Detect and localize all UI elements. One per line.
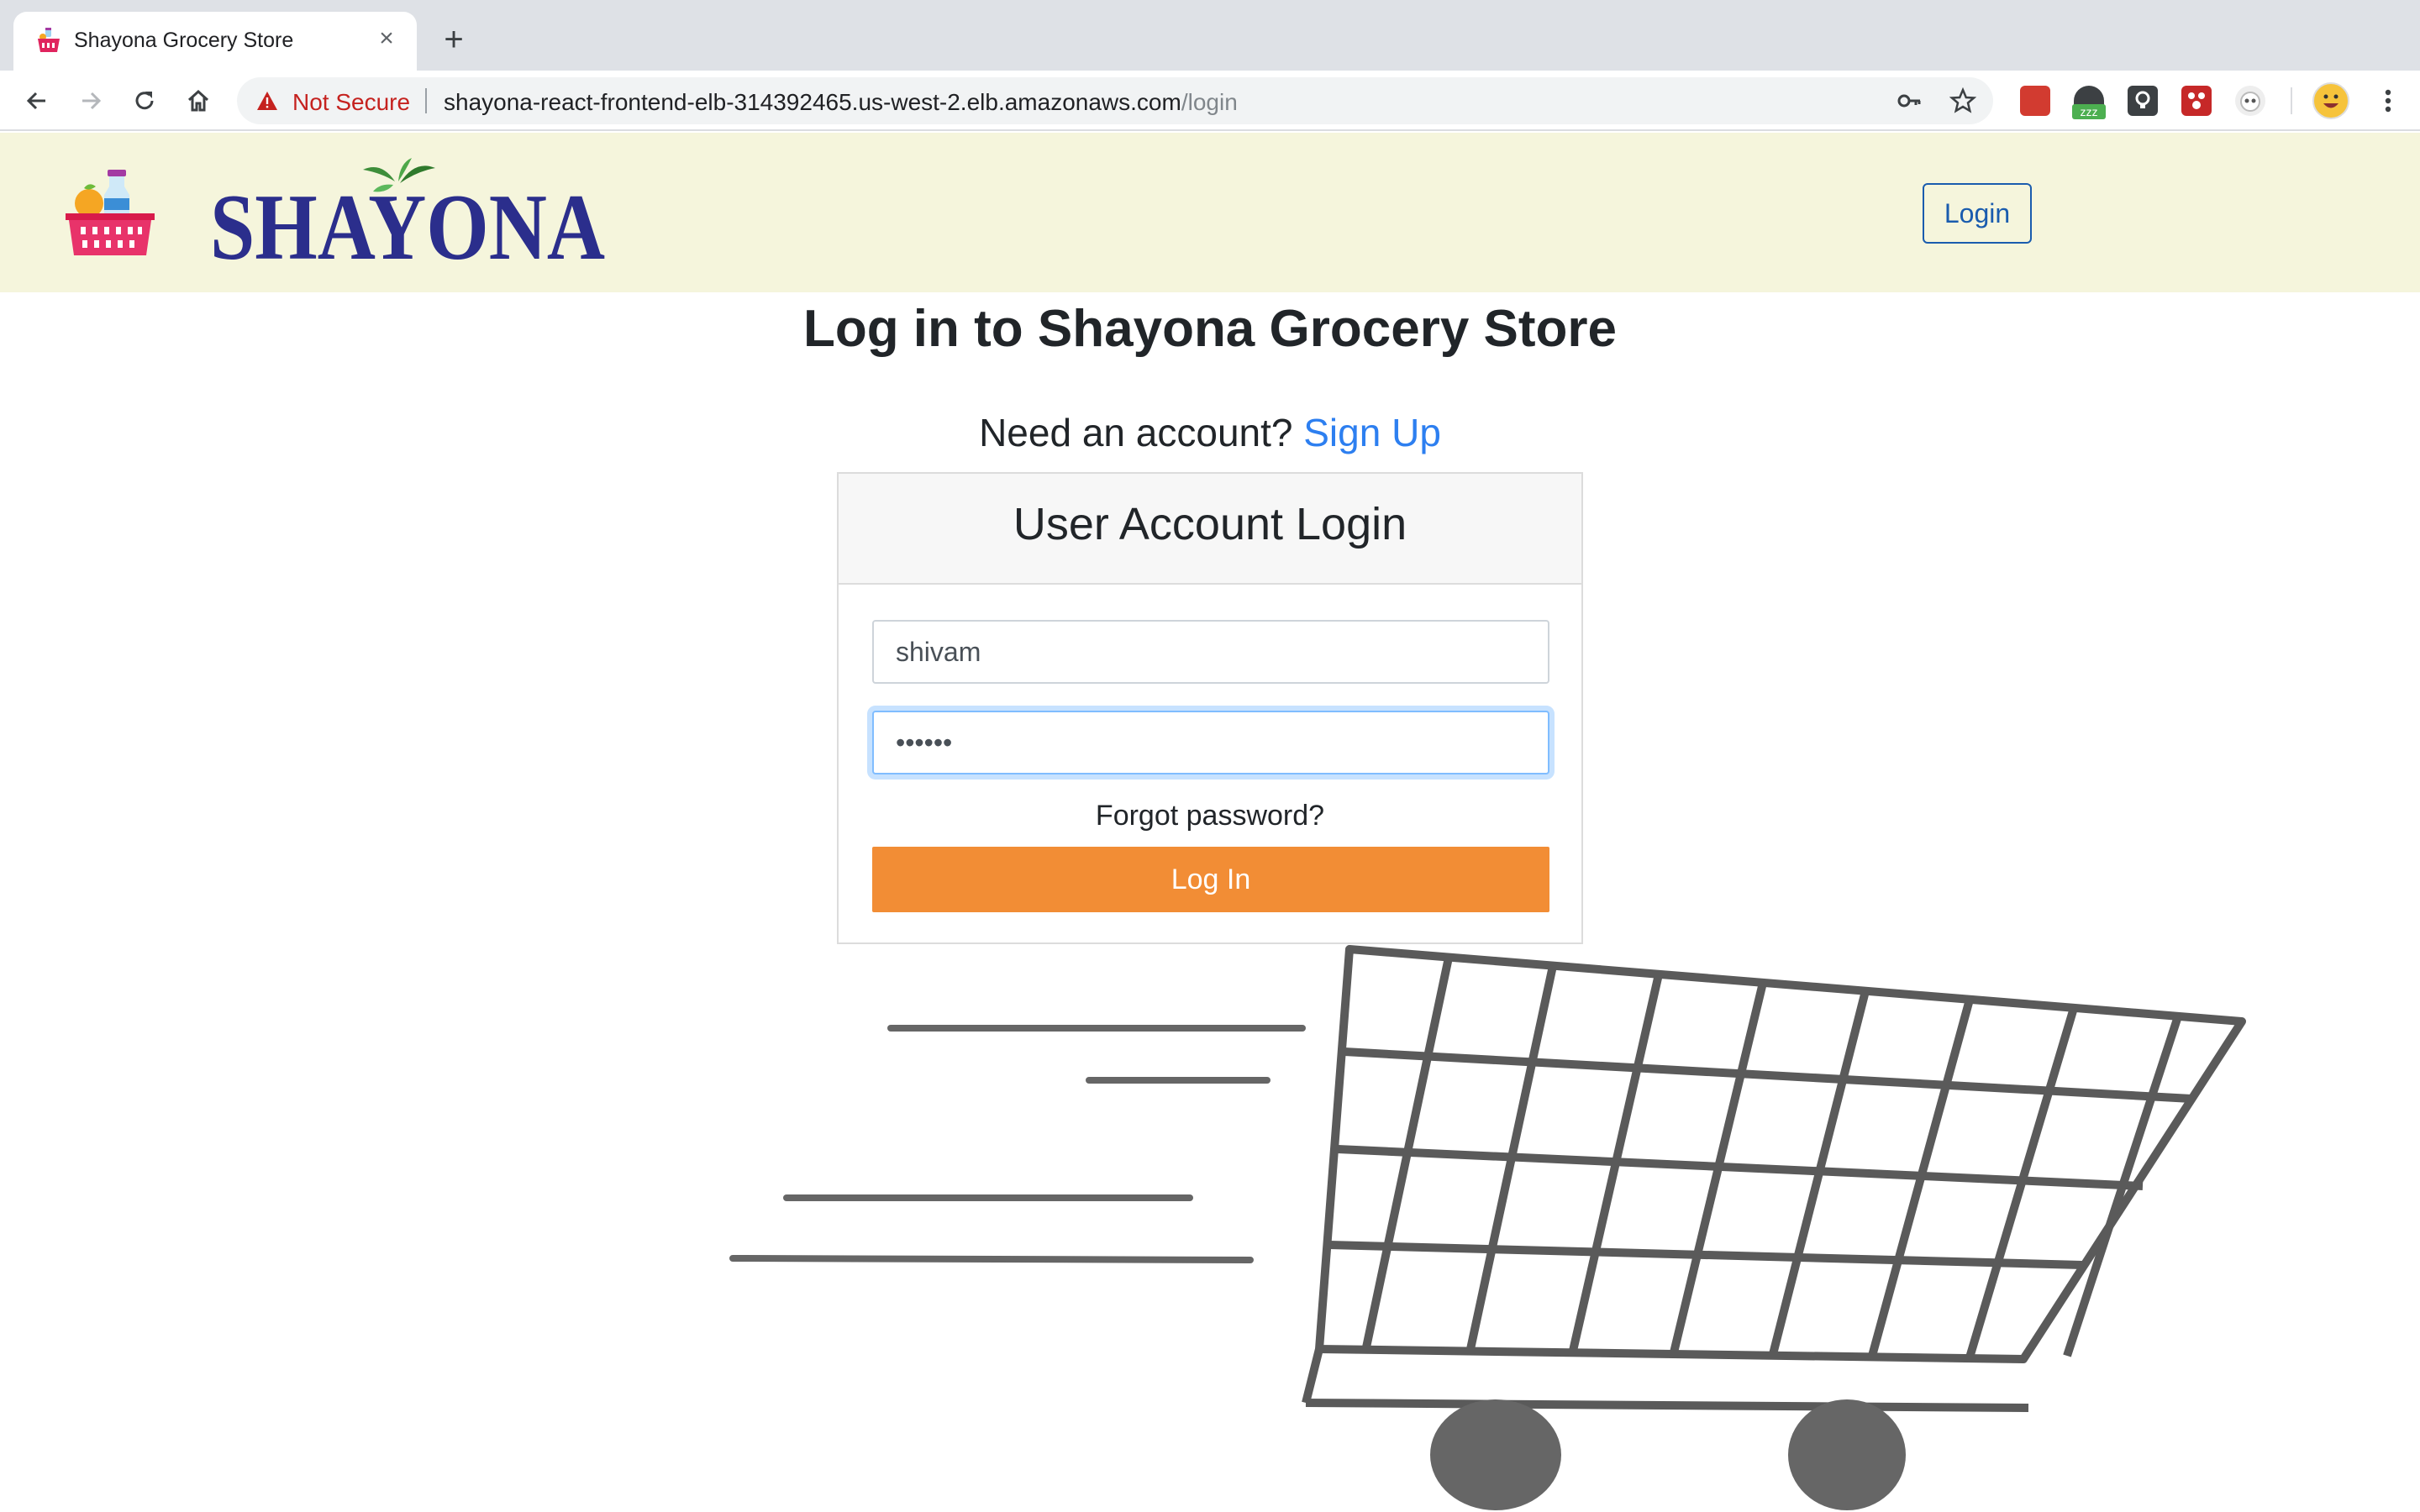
tab-title: Shayona Grocery Store [74,29,294,52]
forgot-password-link[interactable]: Forgot password? [839,800,1581,832]
url-path: /login [1181,89,1238,115]
close-tab-icon[interactable]: × [370,22,403,55]
address-divider [425,88,427,113]
url-text[interactable]: shayona-react-frontend-elb-314392465.us-… [444,89,1238,116]
red-book-extension-icon[interactable] [2020,86,2050,116]
lightbulb-extension-icon[interactable] [2128,86,2158,116]
browser-toolbar: Not Secure shayona-react-frontend-elb-31… [0,71,2420,131]
signup-prompt: Need an account? Sign Up [0,410,2420,455]
back-icon[interactable] [20,84,54,118]
log-in-button[interactable]: Log In [872,847,1549,912]
header-login-button[interactable]: Login [1923,183,2032,244]
signup-prompt-text: Need an account? [979,411,1293,454]
new-tab-button[interactable]: + [437,23,471,57]
page-title: Log in to Shayona Grocery Store [802,300,1618,358]
home-icon[interactable] [182,84,215,118]
login-card-heading: User Account Login [839,474,1581,585]
password-input[interactable] [872,711,1549,774]
brand-wordmark: SHAYONA [210,176,605,276]
red-dots-extension-icon[interactable] [2181,86,2212,116]
forward-icon[interactable] [74,84,108,118]
reload-icon[interactable] [128,84,161,118]
shayona-brand-logo[interactable]: SHAYONA [208,158,612,276]
signup-link[interactable]: Sign Up [1303,411,1441,454]
browser-tab[interactable]: Shayona Grocery Store × [13,12,417,71]
shopping-cart-illustration [729,945,2246,1510]
basket-logo-icon[interactable] [64,166,158,260]
avatar[interactable] [2312,82,2349,119]
username-input[interactable] [872,620,1549,684]
extension-badge: zzz [2072,104,2106,119]
star-icon[interactable] [1949,87,1976,114]
toolbar-divider [2291,87,2292,114]
key-icon[interactable] [1896,87,1923,114]
login-card: User Account Login Forgot password? Log … [837,472,1583,944]
browser-tab-bar: Shayona Grocery Store × + [0,0,2420,71]
sleep-extension-icon[interactable]: zzz [2072,86,2106,119]
basket-favicon-icon [38,28,60,52]
panda-extension-icon[interactable] [2235,86,2265,116]
site-header: SHAYONA Login [0,133,2420,292]
address-bar[interactable]: Not Secure shayona-react-frontend-elb-31… [237,77,1993,124]
not-secure-label[interactable]: Not Secure [292,89,410,116]
warning-icon [257,92,277,110]
more-menu-icon[interactable] [2371,84,2405,118]
url-host: shayona-react-frontend-elb-314392465.us-… [444,89,1181,115]
